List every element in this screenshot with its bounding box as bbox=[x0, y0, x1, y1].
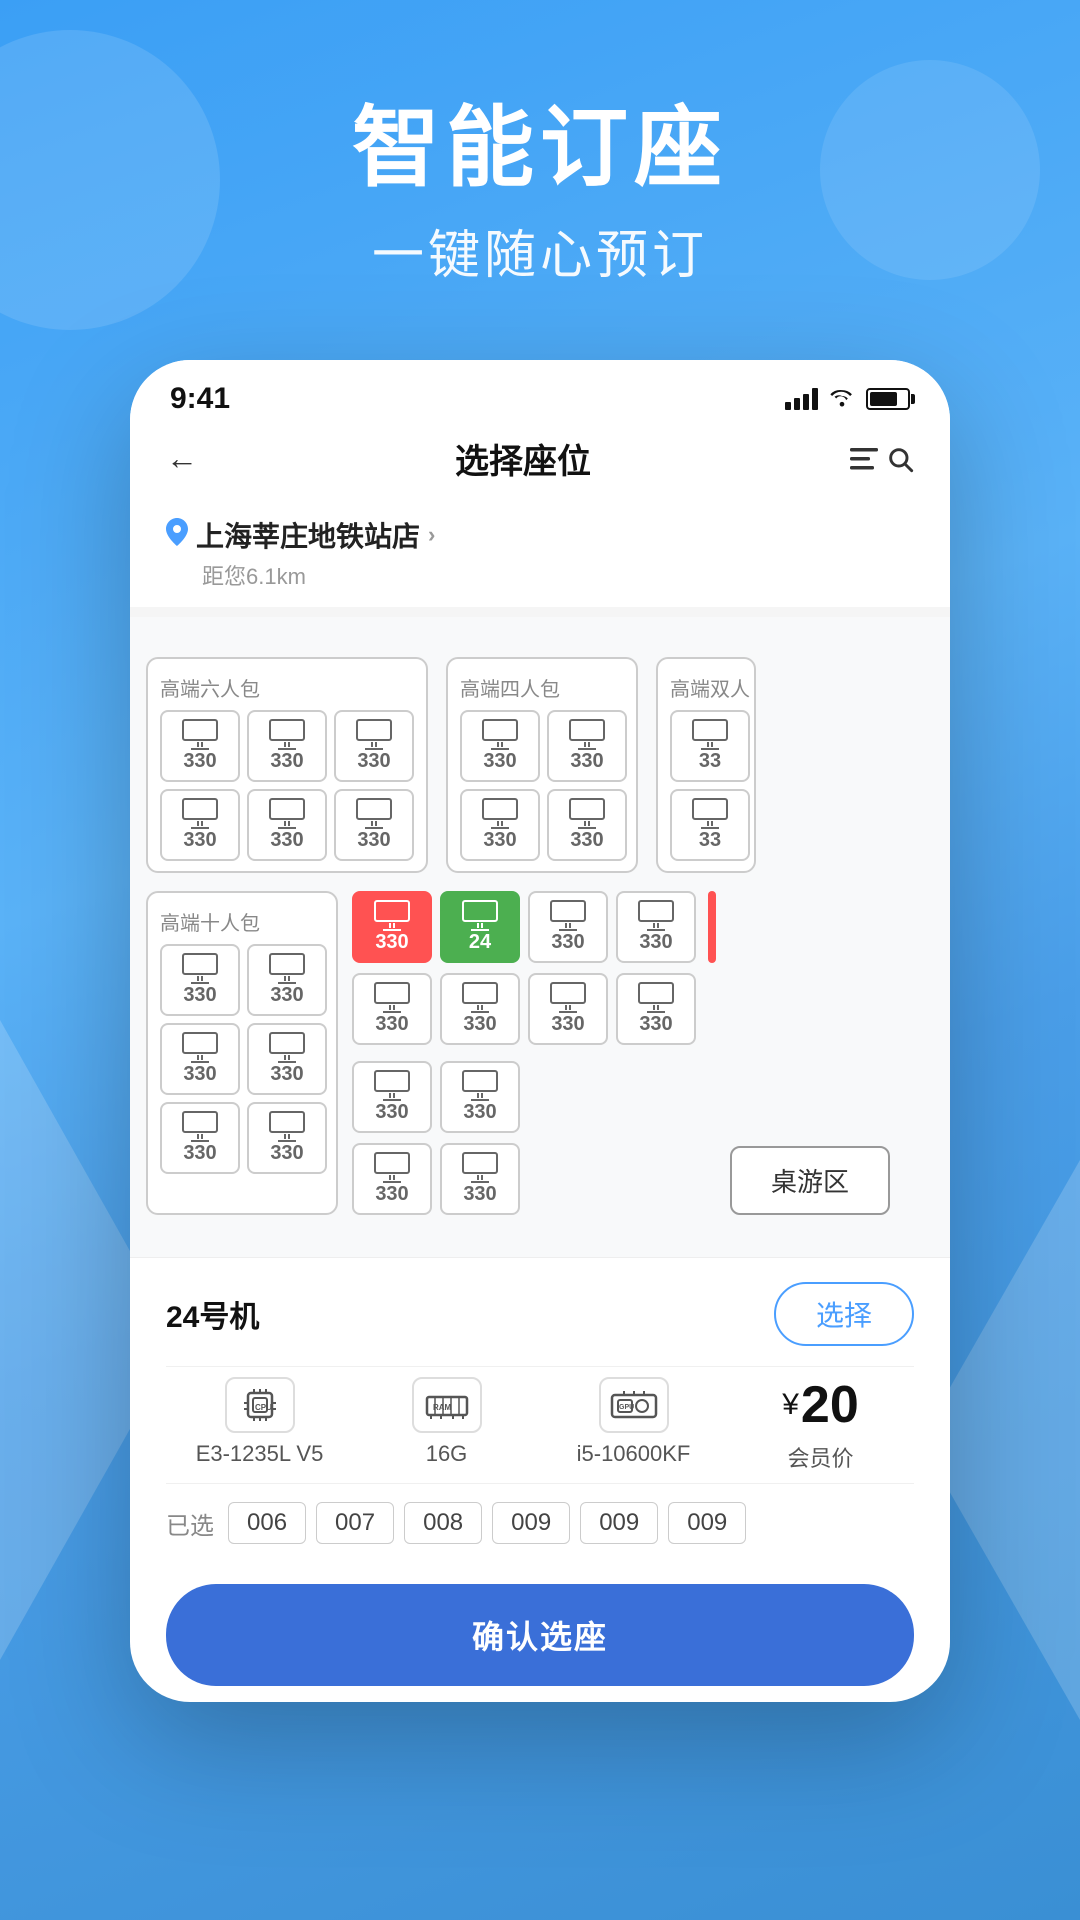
seat-cell[interactable]: 33 bbox=[670, 710, 750, 782]
seat-cell[interactable]: 330 bbox=[160, 1023, 240, 1095]
seat-occupied[interactable]: 330 bbox=[352, 891, 432, 963]
room-label-10: 高端十人包 bbox=[160, 907, 324, 936]
svg-text:RAM: RAM bbox=[433, 1403, 452, 1412]
seat-cell[interactable]: 330 bbox=[352, 1061, 432, 1133]
selected-seats-row: 已选 006 007 008 009 009 009 bbox=[166, 1502, 914, 1544]
seat-cell[interactable]: 330 bbox=[440, 973, 520, 1045]
bottom-panel: 24号机 选择 bbox=[130, 1257, 950, 1568]
search-icon bbox=[886, 445, 914, 473]
seat-cell[interactable]: 330 bbox=[160, 789, 240, 861]
seat-cell[interactable]: 330 bbox=[440, 1061, 520, 1133]
selected-label: 已选 bbox=[166, 1506, 214, 1541]
seat-cell[interactable]: 330 bbox=[616, 891, 696, 963]
selected-seat-tag: 009 bbox=[668, 1502, 746, 1544]
wifi-icon bbox=[828, 385, 856, 413]
status-icons bbox=[785, 385, 910, 413]
seat-cell[interactable]: 330 bbox=[547, 789, 627, 861]
seat-cell[interactable]: 330 bbox=[547, 710, 627, 782]
header-title: 智能订座 bbox=[0, 100, 1080, 197]
seat-cell[interactable]: 330 bbox=[334, 789, 414, 861]
ram-value: 16G bbox=[426, 1441, 468, 1467]
seat-cell[interactable]: 330 bbox=[460, 710, 540, 782]
cpu-icon: CPU bbox=[225, 1377, 295, 1433]
nav-bar: ← 选择座位 bbox=[130, 424, 950, 503]
room-high-end-6: 高端六人包 330 330 330 330 330 330 bbox=[146, 657, 428, 873]
svg-text:GPU: GPU bbox=[619, 1404, 634, 1411]
location-arrow-icon: › bbox=[428, 522, 435, 548]
machine-row: 24号机 选择 bbox=[166, 1282, 914, 1346]
selected-seat-tag: 009 bbox=[580, 1502, 658, 1544]
page-title: 选择座位 bbox=[455, 434, 591, 483]
room-high-end-10-left: 高端十人包 330 330 330 330 330 330 bbox=[146, 891, 338, 1215]
seat-cell[interactable]: 330 bbox=[440, 1143, 520, 1215]
status-time: 9:41 bbox=[170, 382, 230, 416]
battery-icon bbox=[866, 388, 910, 410]
room-high-end-4: 高端四人包 330 330 330 330 bbox=[446, 657, 638, 873]
seat-cell[interactable]: 330 bbox=[460, 789, 540, 861]
location-bar[interactable]: 上海莘庄地铁站店 › 距您6.1km bbox=[130, 503, 950, 597]
selected-seat-tag: 006 bbox=[228, 1502, 306, 1544]
specs-row: CPU E3-1235L V5 bbox=[166, 1366, 914, 1484]
seat-cell[interactable]: 330 bbox=[247, 944, 327, 1016]
price-value: 20 bbox=[801, 1375, 859, 1435]
section-divider bbox=[130, 607, 950, 617]
seat-cell[interactable]: 330 bbox=[247, 789, 327, 861]
room-label-4: 高端四人包 bbox=[460, 673, 624, 702]
select-button[interactable]: 选择 bbox=[774, 1282, 914, 1346]
vertical-bar bbox=[708, 891, 716, 963]
seat-cell[interactable]: 330 bbox=[352, 1143, 432, 1215]
seat-cell[interactable]: 330 bbox=[352, 973, 432, 1045]
seat-cell[interactable]: 330 bbox=[334, 710, 414, 782]
seat-cell[interactable]: 330 bbox=[160, 710, 240, 782]
spec-price: ¥ 20 会员价 bbox=[727, 1377, 914, 1473]
spec-ram: RAM 16G bbox=[353, 1377, 540, 1467]
gpu-value: i5-10600KF bbox=[577, 1441, 691, 1467]
signal-icon bbox=[785, 388, 818, 410]
seat-selected[interactable]: 24 bbox=[440, 891, 520, 963]
confirm-button[interactable]: 确认选座 bbox=[166, 1584, 914, 1686]
selected-seat-tag: 007 bbox=[316, 1502, 394, 1544]
seat-cell[interactable]: 330 bbox=[528, 891, 608, 963]
seat-cell[interactable]: 330 bbox=[528, 973, 608, 1045]
location-distance: 距您6.1km bbox=[166, 559, 914, 591]
status-bar: 9:41 bbox=[130, 360, 950, 424]
header-section: 智能订座 一键随心预订 bbox=[0, 100, 1080, 288]
seat-cell[interactable]: 330 bbox=[160, 944, 240, 1016]
header-subtitle: 一键随心预订 bbox=[0, 213, 1080, 288]
seat-cell[interactable]: 330 bbox=[247, 710, 327, 782]
board-game-area: 桌游区 bbox=[730, 1146, 890, 1215]
spec-gpu: GPU i5-10600KF bbox=[540, 1377, 727, 1467]
back-button[interactable]: ← bbox=[166, 440, 198, 477]
room-label-6: 高端六人包 bbox=[160, 673, 414, 702]
seat-cell[interactable]: 330 bbox=[247, 1102, 327, 1174]
ram-icon: RAM bbox=[412, 1377, 482, 1433]
cpu-value: E3-1235L V5 bbox=[196, 1441, 324, 1467]
menu-icon bbox=[848, 446, 880, 472]
machine-name: 24号机 bbox=[166, 1292, 259, 1336]
price-label: 会员价 bbox=[787, 1441, 853, 1473]
board-game-label: 桌游区 bbox=[771, 1162, 849, 1199]
location-name: 上海莘庄地铁站店 › bbox=[166, 515, 914, 555]
seat-cell[interactable]: 33 bbox=[670, 789, 750, 861]
seat-cell[interactable]: 330 bbox=[247, 1023, 327, 1095]
gpu-icon: GPU bbox=[599, 1377, 669, 1433]
store-name: 上海莘庄地铁站店 bbox=[196, 515, 420, 555]
room-high-end-2: 高端双人 33 33 bbox=[656, 657, 756, 873]
room-label-2: 高端双人 bbox=[670, 673, 742, 702]
seat-map[interactable]: 高端六人包 330 330 330 330 330 330 高端四人包 330 bbox=[130, 617, 950, 1257]
seat-cell[interactable]: 330 bbox=[160, 1102, 240, 1174]
selected-seat-tag: 009 bbox=[492, 1502, 570, 1544]
nav-right-icons[interactable] bbox=[848, 445, 914, 473]
location-pin-icon bbox=[166, 518, 188, 553]
svg-text:CPU: CPU bbox=[255, 1403, 272, 1412]
selected-seat-tag: 008 bbox=[404, 1502, 482, 1544]
seat-cell[interactable]: 330 bbox=[616, 973, 696, 1045]
spec-cpu: CPU E3-1235L V5 bbox=[166, 1377, 353, 1467]
phone-mockup: 9:41 ← 选择座位 bbox=[130, 360, 950, 1702]
